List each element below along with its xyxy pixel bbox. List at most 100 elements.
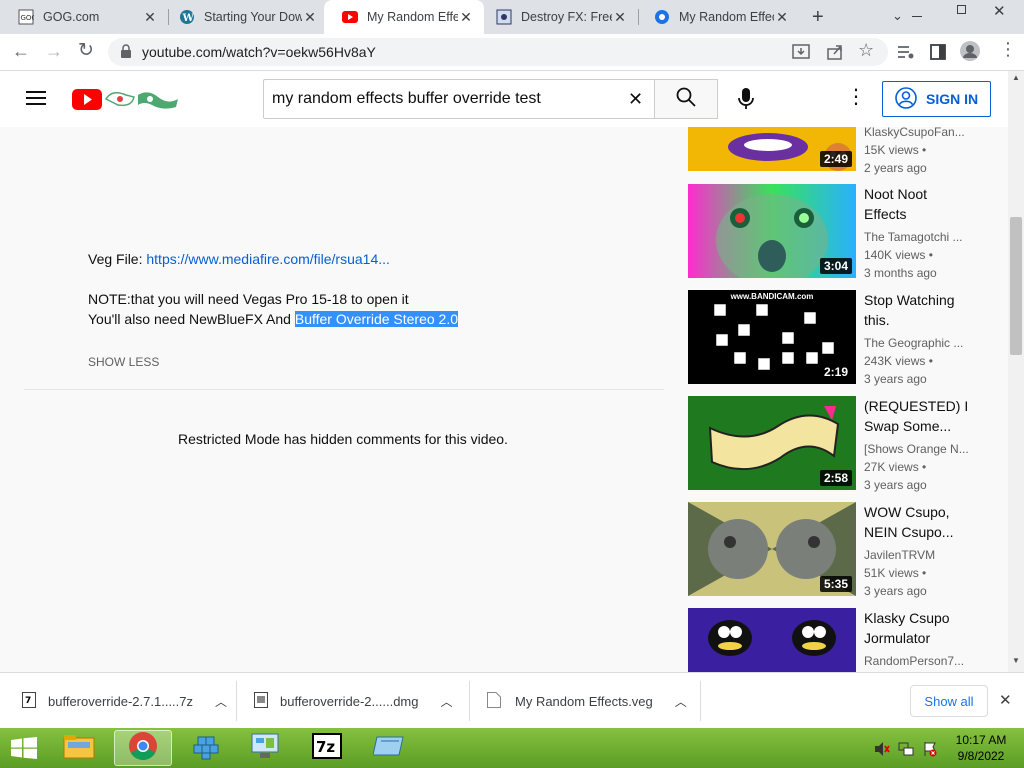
close-icon[interactable]: ✕ bbox=[142, 9, 158, 25]
veg-file-link[interactable]: https://www.mediafire.com/file/rsua14... bbox=[146, 251, 390, 267]
video-title[interactable]: Noot Noot Effects bbox=[864, 184, 972, 224]
web-icon bbox=[654, 9, 670, 25]
channel-name[interactable]: KlaskyCsupoFan... bbox=[864, 127, 965, 141]
upload-age: 3 years ago bbox=[864, 584, 927, 598]
minimize-icon[interactable] bbox=[912, 16, 922, 17]
tab-destroyfx[interactable]: Destroy FX: Free ✕ bbox=[478, 0, 638, 34]
taskbar-cube-app[interactable] bbox=[176, 730, 234, 766]
forward-arrow-icon[interactable]: → bbox=[45, 41, 63, 62]
video-thumbnail[interactable]: www.BANDICAM.com 2:19 bbox=[688, 290, 856, 384]
scroll-up-icon[interactable]: ▲ bbox=[1012, 73, 1020, 82]
taskbar-file-explorer[interactable] bbox=[50, 730, 108, 766]
window-close-icon[interactable]: ✕ bbox=[993, 2, 1006, 20]
tab-title: Starting Your Dow bbox=[204, 10, 302, 24]
control-panel-icon bbox=[250, 732, 280, 765]
related-video-5[interactable]: 5:35 WOW Csupo, NEIN Csupo... JavilenTRV… bbox=[688, 502, 978, 598]
search-input[interactable]: my random effects buffer override test ✕ bbox=[263, 79, 655, 119]
close-icon[interactable]: ✕ bbox=[612, 9, 628, 25]
chevron-up-icon[interactable]: ︿ bbox=[441, 693, 453, 710]
duration-badge: 5:35 bbox=[819, 576, 852, 592]
related-video-2[interactable]: 3:04 Noot Noot Effects The Tamagotchi ..… bbox=[688, 184, 978, 280]
view-count: 243K views • bbox=[864, 354, 933, 368]
upload-age: 3 years ago bbox=[864, 478, 927, 492]
system-clock[interactable]: 10:17 AM 9/8/2022 bbox=[946, 732, 1016, 764]
download-item-2[interactable]: bufferoverride-2......dmg ︿ bbox=[254, 673, 453, 729]
tab-search-chevron-icon[interactable]: ⌄ bbox=[892, 8, 903, 24]
taskbar-window-app[interactable] bbox=[360, 730, 418, 766]
video-title[interactable]: WOW Csupo, NEIN Csupo... bbox=[864, 502, 972, 542]
tab-wordpress[interactable]: W Starting Your Dow ✕ bbox=[161, 0, 328, 34]
chevron-up-icon[interactable]: ︿ bbox=[675, 693, 687, 710]
channel-name[interactable]: JavilenTRVM bbox=[864, 546, 935, 564]
watch-page-content: Veg File: https://www.mediafire.com/file… bbox=[0, 127, 1008, 672]
download-item-1[interactable]: 7 bufferoverride-2.7.1.....7z ︿ bbox=[22, 673, 227, 729]
tab-gog[interactable]: GOG GOG.com ✕ bbox=[0, 0, 168, 34]
scroll-down-icon[interactable]: ▼ bbox=[1012, 656, 1020, 665]
install-app-icon[interactable] bbox=[792, 44, 810, 65]
tab-web[interactable]: My Random Effec ✕ bbox=[636, 0, 800, 34]
video-title[interactable]: (REQUESTED) I Swap Some... bbox=[864, 396, 972, 436]
upload-age: 2 years ago bbox=[864, 161, 927, 175]
chevron-up-icon[interactable]: ︿ bbox=[215, 693, 227, 710]
view-count: 140K views • bbox=[864, 248, 933, 262]
view-count: 27K views • bbox=[864, 460, 927, 474]
bookmark-star-icon[interactable]: ☆ bbox=[858, 40, 874, 61]
show-all-downloads-button[interactable]: Show all bbox=[910, 685, 988, 717]
browser-toolbar: ← → ↻ youtube.com/watch?v=oekw56Hv8aY ☆ … bbox=[0, 34, 1024, 71]
network-icon[interactable] bbox=[898, 741, 914, 762]
volume-muted-icon[interactable] bbox=[874, 741, 890, 762]
video-title[interactable]: Stop Watching this. bbox=[864, 290, 972, 330]
show-less-button[interactable]: SHOW LESS bbox=[88, 355, 159, 369]
channel-name[interactable]: [Shows Orange N... bbox=[864, 440, 969, 458]
profile-avatar-icon[interactable] bbox=[960, 41, 980, 66]
video-thumbnail[interactable]: 5:35 bbox=[688, 502, 856, 596]
sign-in-button[interactable]: SIGN IN bbox=[882, 81, 991, 117]
channel-name[interactable]: RandomPerson7... bbox=[864, 652, 964, 670]
youtube-logo-icon[interactable] bbox=[72, 87, 180, 116]
tab-youtube-active[interactable]: My Random Effec ✕ bbox=[324, 0, 484, 34]
related-video-3[interactable]: www.BANDICAM.com 2:19 Stop Watching this… bbox=[688, 290, 978, 386]
hamburger-menu-icon[interactable] bbox=[26, 90, 46, 111]
tab-title: My Random Effec bbox=[679, 10, 774, 24]
address-bar[interactable]: youtube.com/watch?v=oekw56Hv8aY bbox=[108, 38, 888, 66]
related-video-6[interactable]: Klasky Csupo Jormulator RandomPerson7... bbox=[688, 608, 978, 672]
media-control-icon[interactable] bbox=[897, 44, 915, 65]
clear-search-icon[interactable]: ✕ bbox=[628, 89, 643, 110]
new-tab-icon[interactable]: + bbox=[812, 6, 824, 29]
plugin-need-prefix: You'll also need NewBlueFX And bbox=[88, 311, 295, 327]
channel-name[interactable]: The Geographic ... bbox=[864, 334, 963, 352]
close-icon[interactable]: ✕ bbox=[458, 9, 474, 25]
related-video-1[interactable]: 2:49 KlaskyCsupoFan... 15K views • 2 yea… bbox=[688, 127, 978, 175]
scrollbar-thumb[interactable] bbox=[1010, 217, 1022, 355]
browser-menu-icon[interactable]: ⋮ bbox=[999, 40, 1017, 58]
restore-icon[interactable] bbox=[957, 5, 966, 14]
video-title[interactable]: Klasky Csupo Jormulator bbox=[864, 608, 972, 648]
taskbar-7zip[interactable]: 7z bbox=[298, 730, 356, 766]
url-text: youtube.com/watch?v=oekw56Hv8aY bbox=[142, 44, 376, 60]
reload-icon[interactable]: ↻ bbox=[78, 39, 94, 62]
search-button[interactable] bbox=[654, 79, 718, 119]
video-thumbnail[interactable]: 2:49 bbox=[688, 127, 856, 171]
side-panel-icon[interactable] bbox=[930, 44, 946, 65]
page-scrollbar[interactable]: ▲ ▼ bbox=[1008, 71, 1024, 672]
chrome-icon bbox=[128, 731, 158, 766]
windows-start-icon[interactable] bbox=[11, 737, 37, 764]
settings-menu-icon[interactable]: ⋮ bbox=[846, 87, 866, 107]
action-center-flag-icon[interactable] bbox=[922, 741, 938, 762]
close-icon[interactable]: ✕ bbox=[774, 9, 790, 25]
veg-file-line: Veg File: https://www.mediafire.com/file… bbox=[88, 251, 390, 267]
video-thumbnail[interactable]: 3:04 bbox=[688, 184, 856, 278]
channel-name[interactable]: The Tamagotchi ... bbox=[864, 228, 963, 246]
taskbar-control-panel[interactable] bbox=[236, 730, 294, 766]
close-download-bar-icon[interactable]: ✕ bbox=[999, 691, 1012, 709]
close-icon[interactable]: ✕ bbox=[302, 9, 318, 25]
microphone-icon[interactable] bbox=[738, 88, 754, 115]
back-arrow-icon[interactable]: ← bbox=[12, 41, 30, 62]
video-thumbnail[interactable]: 2:58 bbox=[688, 396, 856, 490]
download-item-3[interactable]: My Random Effects.veg ︿ bbox=[487, 673, 687, 729]
download-filename: My Random Effects.veg bbox=[515, 693, 653, 709]
share-icon[interactable] bbox=[826, 44, 844, 65]
related-video-4[interactable]: 2:58 (REQUESTED) I Swap Some... [Shows O… bbox=[688, 396, 978, 492]
taskbar-chrome[interactable] bbox=[114, 730, 172, 766]
video-thumbnail[interactable] bbox=[688, 608, 856, 672]
